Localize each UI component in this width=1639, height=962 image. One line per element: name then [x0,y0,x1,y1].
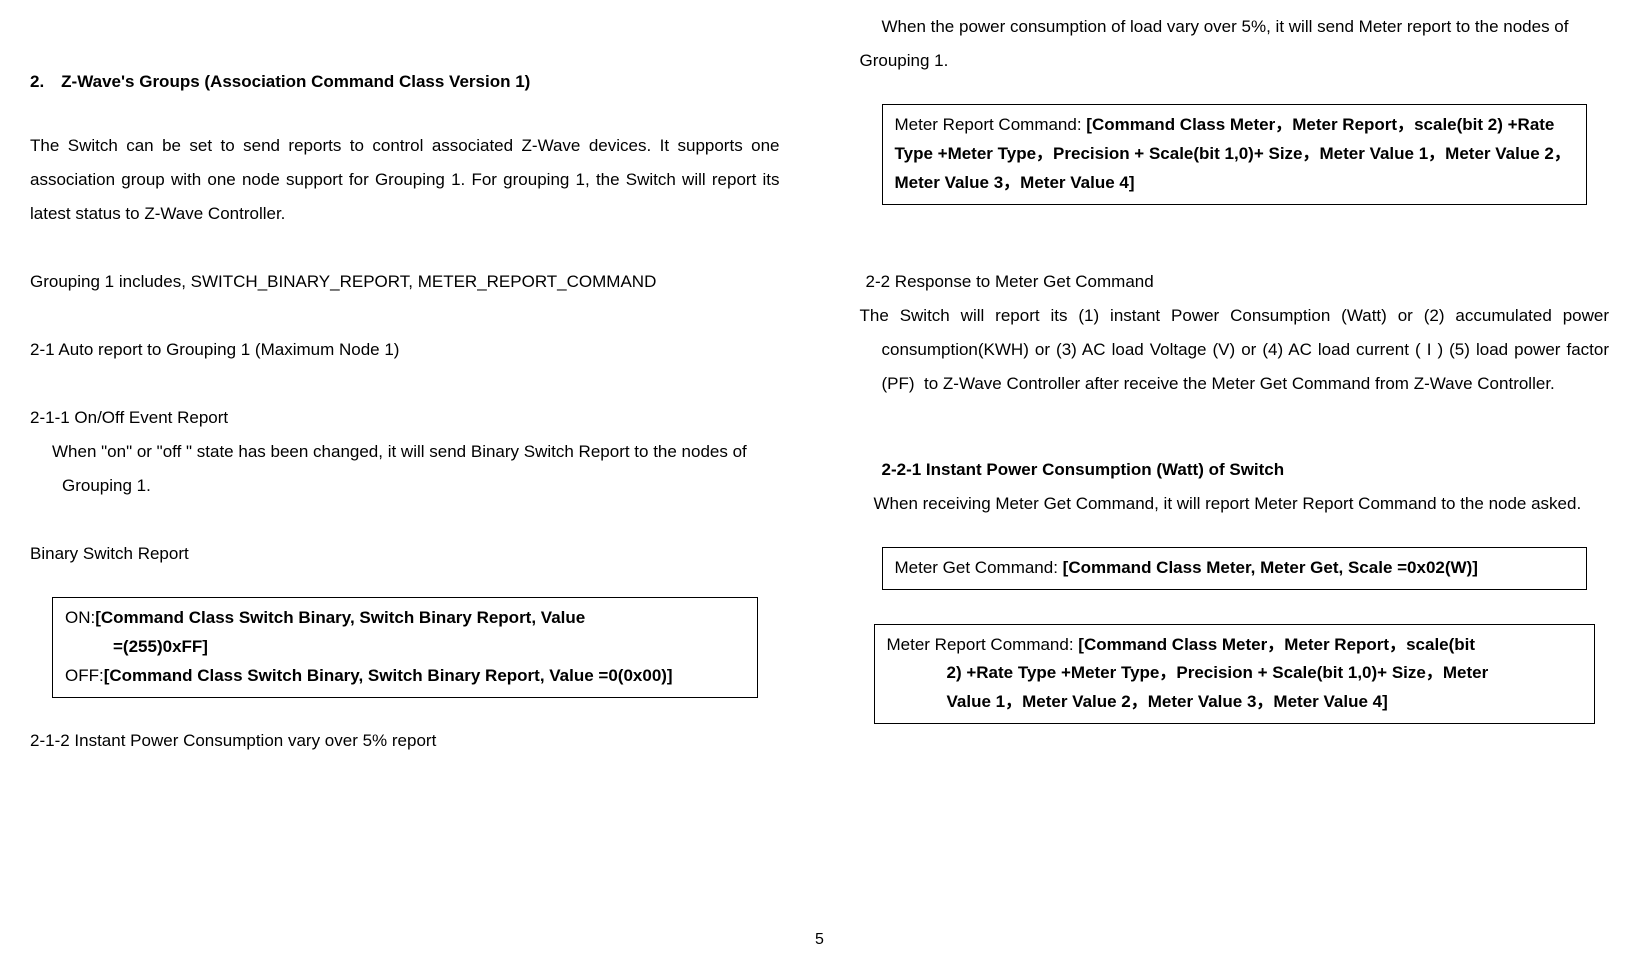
left-column: 2. Z-Wave's Groups (Association Command … [30,10,780,758]
box3-content: [Command Class Meter, Meter Get, Scale =… [1063,558,1478,577]
box4-line1: [Command Class Meter，Meter Report，scale(… [1078,635,1475,654]
sub-2-1-2: 2-1-2 Instant Power Consumption vary ove… [30,724,780,758]
section-2-para1: The Switch can be set to send reports to… [30,129,780,231]
box2-prefix: Meter Report Command: [895,115,1087,134]
box1-on-value-line1: [Command Class Switch Binary, Switch Bin… [95,604,585,633]
meter-report-command-box-1: Meter Report Command: [Command Class Met… [882,104,1588,205]
right-top-para: When the power consumption of load vary … [860,10,1610,78]
sub-2-1: 2-1 Auto report to Grouping 1 (Maximum N… [30,333,780,367]
box1-off-value: [Command Class Switch Binary, Switch Bin… [104,666,673,685]
meter-get-command-box: Meter Get Command: [Command Class Meter,… [882,547,1588,590]
page-content: 2. Z-Wave's Groups (Association Command … [0,0,1639,758]
binary-switch-report-label: Binary Switch Report [30,537,780,571]
box4-line3: Value 1，Meter Value 2，Meter Value 3，Mete… [887,688,1583,717]
sub-2-2-1-text: When receiving Meter Get Command, it wil… [860,487,1610,521]
page-number: 5 [0,924,1639,956]
box4-line2: 2) +Rate Type +Meter Type，Precision + Sc… [887,659,1583,688]
sub-2-1-1-text: When "on" or "off " state has been chang… [30,435,780,503]
sub-2-2: 2-2 Response to Meter Get Command [860,265,1610,299]
binary-switch-report-box: ON: [Command Class Switch Binary, Switch… [52,597,758,698]
box3-prefix: Meter Get Command: [895,558,1063,577]
box1-on-label: ON: [65,604,95,633]
sub-2-2-text: The Switch will report its (1) instant P… [860,299,1610,401]
box4-prefix: Meter Report Command: [887,635,1079,654]
section-2-title: 2. Z-Wave's Groups (Association Command … [30,65,780,99]
section-2-para2: Grouping 1 includes, SWITCH_BINARY_REPOR… [30,265,780,299]
box1-on-value-line2: =(255)0xFF] [65,633,745,662]
right-column: When the power consumption of load vary … [860,10,1610,758]
meter-report-command-box-2: Meter Report Command: [Command Class Met… [874,624,1596,725]
box1-off-label: OFF: [65,666,104,685]
sub-2-2-1-title: 2-2-1 Instant Power Consumption (Watt) o… [860,453,1610,487]
sub-2-1-1: 2-1-1 On/Off Event Report [30,401,780,435]
